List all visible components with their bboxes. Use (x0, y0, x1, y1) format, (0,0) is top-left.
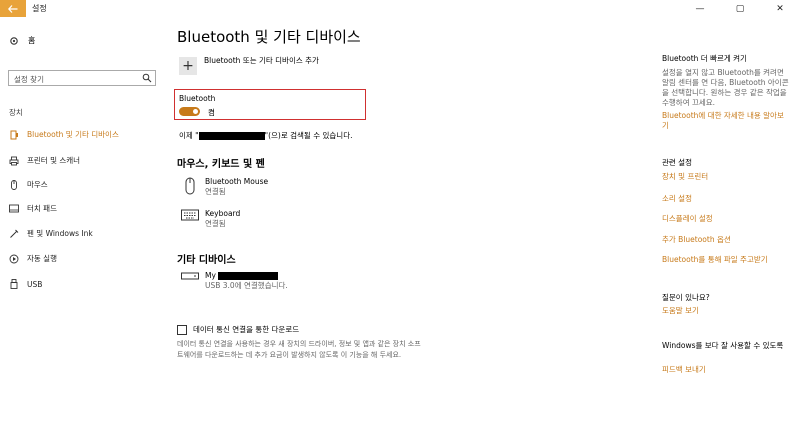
device-bluetooth-mouse[interactable]: Bluetooth Mouse 연결됨 (179, 177, 268, 197)
related-link-bluetooth-options[interactable]: 추가 Bluetooth 옵션 (662, 235, 731, 245)
question-heading: 질문이 있나요? (662, 293, 710, 302)
page-title: Bluetooth 및 기타 디바이스 (177, 28, 361, 46)
redacted-device-name (218, 272, 279, 280)
feedback-heading: Windows를 보다 잘 사용할 수 있도록 (662, 341, 784, 350)
other-devices-heading: 기타 디바이스 (177, 255, 236, 266)
help-link[interactable]: 도움말 보기 (662, 306, 699, 316)
close-button[interactable]: ✕ (760, 0, 800, 17)
device-keyboard[interactable]: Keyboard 연결됨 (179, 209, 240, 229)
add-device-button[interactable]: + Bluetooth 또는 기타 디바이스 추가 (179, 55, 319, 75)
minimize-button[interactable]: — (680, 0, 720, 17)
quick-bluetooth-text: 설정을 열지 않고 Bluetooth를 켜려면 알림 센터를 연 다음, Bl… (662, 68, 789, 107)
sidebar: 홈 설정 찾기 장치 Bluetooth 및 기타 디바이스 프린터 및 스캐너… (0, 17, 168, 429)
device-name: Keyboard (205, 209, 241, 218)
keyboard-icon (179, 209, 201, 229)
metered-checkbox[interactable] (177, 324, 187, 335)
mouse-keyboard-pen-heading: 마우스, 키보드 및 펜 (177, 159, 265, 170)
device-name: My (205, 271, 288, 281)
device-name: Bluetooth Mouse (205, 177, 269, 186)
metered-description: 데이터 통신 연결을 사용하는 경우 새 장치의 드라이버, 정보 및 앱과 같… (177, 340, 421, 359)
related-link-file-transfer[interactable]: Bluetooth를 통해 파일 주고받기 (662, 255, 768, 265)
bluetooth-label: Bluetooth (179, 94, 216, 103)
related-settings-heading: 관련 설정 (662, 158, 692, 167)
drive-icon (179, 271, 201, 291)
plus-icon: + (179, 57, 197, 75)
add-device-label: Bluetooth 또는 기타 디바이스 추가 (204, 55, 319, 65)
device-status: 연결됨 (205, 219, 226, 228)
home-nav[interactable]: 홈 (9, 35, 35, 46)
mouse-icon (179, 177, 201, 197)
device-usb-drive[interactable]: My USB 3.0에 연결했습니다. (179, 271, 288, 291)
section-label-devices: 장치 (9, 108, 23, 117)
gear-icon (10, 36, 18, 45)
search-input[interactable]: 설정 찾기 (8, 70, 156, 86)
pen-icon (9, 229, 19, 239)
related-link-display[interactable]: 디스플레이 설정 (662, 214, 713, 224)
device-status: 연결됨 (205, 187, 226, 196)
sidebar-item-pen[interactable]: 펜 및 Windows Ink (9, 228, 93, 239)
sidebar-item-autoplay[interactable]: 자동 실행 (9, 253, 57, 264)
related-link-sound[interactable]: 소리 설정 (662, 194, 692, 204)
maximize-button[interactable]: ▢ (720, 0, 760, 17)
window-title: 설정 (32, 4, 47, 13)
redacted-pc-name (198, 131, 265, 140)
search-placeholder: 설정 찾기 (14, 75, 44, 84)
search-icon (142, 73, 152, 83)
usb-icon (9, 279, 19, 289)
sidebar-item-touchpad[interactable]: 터치 패드 (9, 203, 57, 214)
touchpad-icon (9, 204, 19, 214)
home-label: 홈 (28, 36, 36, 45)
bluetooth-state: 켬 (208, 108, 215, 117)
learn-more-link[interactable]: Bluetooth에 대한 자세한 내용 알아보기 (662, 111, 790, 131)
device-status: USB 3.0에 연결했습니다. (205, 281, 288, 290)
toggle-knob (193, 109, 198, 114)
title-bar: 설정 — ▢ ✕ (0, 0, 800, 17)
sidebar-item-usb[interactable]: USB (9, 279, 42, 289)
related-link-devices-printers[interactable]: 장치 및 프린터 (662, 172, 708, 182)
quick-bluetooth-heading: Bluetooth 더 빠르게 켜기 (662, 54, 747, 63)
sidebar-item-bluetooth[interactable]: Bluetooth 및 기타 디바이스 (9, 129, 119, 140)
feedback-link[interactable]: 피드백 보내기 (662, 365, 706, 375)
metered-label: 데이터 통신 연결을 통한 다운로드 (193, 325, 300, 334)
sidebar-item-mouse[interactable]: 마우스 (9, 179, 48, 190)
back-arrow-icon (8, 4, 18, 13)
autoplay-icon (9, 254, 19, 264)
mouse-icon (9, 179, 19, 190)
bluetooth-toggle[interactable] (179, 107, 200, 116)
sidebar-item-printers[interactable]: 프린터 및 스캐너 (9, 155, 80, 166)
printer-icon (9, 156, 19, 166)
metered-download-option[interactable]: 데이터 통신 연결을 통한 다운로드 (177, 324, 299, 335)
back-button[interactable] (0, 0, 26, 17)
bluetooth-toggle-section: Bluetooth 켬 (174, 89, 366, 120)
bluetooth-devices-icon (9, 130, 19, 140)
discoverable-text: 이제 " "(으)로 검색될 수 있습니다. (179, 131, 353, 140)
